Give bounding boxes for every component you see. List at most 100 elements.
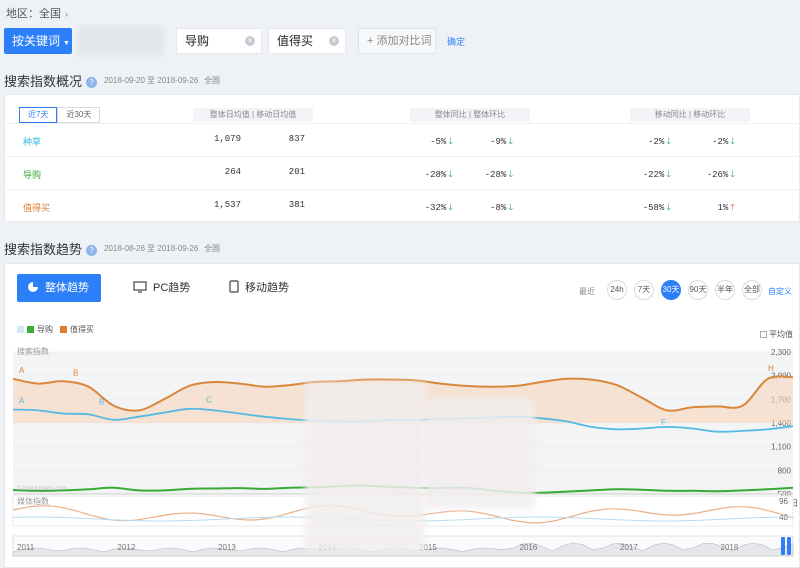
monitor-icon	[133, 276, 147, 304]
region-label: 地区：全国	[6, 8, 61, 20]
overview-title: 搜索指数概况?	[4, 71, 98, 90]
event-marker[interactable]: F	[661, 418, 666, 427]
range-30d[interactable]: 30天	[661, 280, 681, 300]
cell-value: 381	[288, 200, 305, 210]
cell-value: -28%	[424, 170, 447, 180]
mobile-icon	[229, 276, 239, 304]
range-7d[interactable]: 7天	[634, 280, 654, 300]
tab-overall-trend[interactable]: 整体趋势	[17, 274, 101, 302]
tab-30days[interactable]: 近30天	[57, 107, 101, 123]
row-keyword-name[interactable]: 值得买	[23, 201, 50, 214]
trend-panel: 整体趋势 PC趋势 移动趋势 最近 24h 7天 30天 90天 半年 全部 自…	[4, 263, 800, 568]
tab-overall-label: 整体趋势	[45, 282, 89, 294]
cell-value: -5%	[430, 137, 447, 147]
arrow-down-icon: 🡓	[666, 202, 671, 212]
timeline-year-label: 2013	[218, 543, 236, 552]
timeline-year-label: 2016	[520, 543, 538, 552]
dropdown-arrow-icon: ▼	[63, 40, 70, 47]
clear-keyword-2-icon[interactable]: ×	[329, 36, 339, 46]
add-compare-button[interactable]: + 添加对比词	[358, 28, 436, 54]
event-marker[interactable]: C	[206, 395, 212, 404]
cell-m-mom: -2% 🡓	[712, 134, 735, 150]
col-head-avg: 整体日均值 | 移动日均值	[193, 108, 313, 122]
cell-value: -9%	[490, 137, 507, 147]
search-axis-label: 搜索指数	[17, 346, 49, 356]
keyword-1-text: 导购	[185, 34, 210, 48]
cell-value: -22%	[642, 170, 665, 180]
event-marker[interactable]: B	[99, 397, 104, 406]
event-marker[interactable]: H	[768, 364, 774, 373]
clear-keyword-1-icon[interactable]: ×	[245, 36, 255, 46]
cell-mom: -9% 🡓	[490, 134, 513, 150]
arrow-up-icon: 🡑	[730, 202, 735, 212]
media-tick-96: 96	[779, 497, 788, 506]
custom-range-link[interactable]: 自定义	[768, 286, 792, 297]
arrow-down-icon: 🡓	[666, 169, 671, 179]
cell-yoy: -5% 🡓	[430, 134, 453, 150]
table-row: 种草 1,079 837 -5% 🡓 -9% 🡓 -2% 🡓 -2% 🡓	[5, 123, 799, 156]
row-keyword-name[interactable]: 导购	[23, 168, 41, 181]
trend-area: 全国	[204, 244, 220, 253]
arrow-down-icon: 🡓	[448, 202, 453, 212]
media-axis-label: 媒体指数	[17, 496, 49, 506]
cell-m-mom: -26% 🡓	[707, 167, 735, 183]
cell-yoy: -32% 🡓	[425, 200, 453, 216]
range-90d[interactable]: 90天	[688, 280, 708, 300]
cell-value: -26%	[706, 170, 729, 180]
event-marker[interactable]: A	[19, 366, 25, 375]
y-tick-label: 2,300	[771, 348, 792, 357]
range-label: 最近	[579, 287, 595, 296]
cell-value: -2%	[648, 137, 665, 147]
overview-title-text: 搜索指数概况	[4, 74, 83, 89]
event-marker[interactable]: B	[73, 369, 78, 378]
timeline-year-label: 2012	[118, 543, 136, 552]
range-24h[interactable]: 24h	[607, 280, 627, 300]
timeline-year-label: 2017	[620, 543, 638, 552]
cell-value: 837	[288, 134, 305, 144]
range-all[interactable]: 全部	[742, 280, 762, 300]
cell-value: -32%	[424, 203, 447, 213]
cell-mobile: 201	[289, 167, 305, 177]
table-row: 值得买 1,537 381 -32% 🡓 -8% 🡓 -58% 🡓 1% 🡑	[5, 189, 799, 222]
region-selector[interactable]: 地区：全国 ›	[6, 5, 68, 21]
overview-area: 全国	[204, 76, 220, 85]
tab-7days[interactable]: 近7天	[19, 107, 58, 123]
arrow-down-icon: 🡓	[730, 136, 735, 146]
arrow-down-icon: 🡓	[448, 169, 453, 179]
cell-mobile: 837	[289, 134, 305, 144]
chevron-right-icon: ›	[65, 9, 68, 19]
help-icon[interactable]: ?	[86, 77, 98, 88]
cell-mom: -28% 🡓	[485, 167, 513, 183]
event-marker[interactable]: A	[19, 397, 25, 406]
timeline-year-label: 2018	[721, 543, 739, 552]
help-icon[interactable]: ?	[86, 245, 98, 256]
range-half-year[interactable]: 半年	[715, 280, 735, 300]
watermark: © index.baidu.com	[17, 485, 67, 492]
cell-m-mom: 1% 🡑	[718, 200, 736, 216]
navigator-handle-left[interactable]	[781, 537, 785, 555]
keyword-mode-button[interactable]: 按关键词 ▼	[4, 28, 72, 54]
arrow-down-icon: 🡓	[730, 169, 735, 179]
blur-overlay	[425, 399, 535, 509]
keyword-input-1[interactable]: 导购 ×	[176, 28, 262, 54]
navigator-handle-right[interactable]	[787, 537, 791, 555]
timeline-year-label: 2011	[17, 543, 35, 552]
tab-mobile-label: 移动趋势	[245, 282, 289, 294]
table-row: 导购 264 201 -28% 🡓 -28% 🡓 -22% 🡓 -26% 🡓	[5, 156, 799, 189]
keyword-input-2[interactable]: 值得买 ×	[268, 28, 346, 54]
overview-date-range: 2018-09-20 至 2018-09-26	[104, 76, 199, 85]
row-keyword-name[interactable]: 种草	[23, 135, 41, 148]
confirm-link[interactable]: 确定	[447, 35, 465, 48]
cell-value: -2%	[712, 137, 729, 147]
tab-mobile-trend[interactable]: 移动趋势	[229, 274, 289, 302]
arrow-down-icon: 🡓	[508, 169, 513, 179]
blurred-keyword	[78, 26, 164, 56]
cell-overall: 1,079	[214, 134, 241, 144]
tab-pc-trend[interactable]: PC趋势	[133, 274, 190, 302]
arrow-down-icon: 🡓	[508, 202, 513, 212]
keyword-2-text: 值得买	[277, 34, 314, 48]
cell-value: -28%	[484, 170, 507, 180]
keyword-mode-label: 按关键词	[12, 34, 61, 48]
cell-mom: -8% 🡓	[490, 200, 513, 216]
arrow-down-icon: 🡓	[508, 136, 513, 146]
